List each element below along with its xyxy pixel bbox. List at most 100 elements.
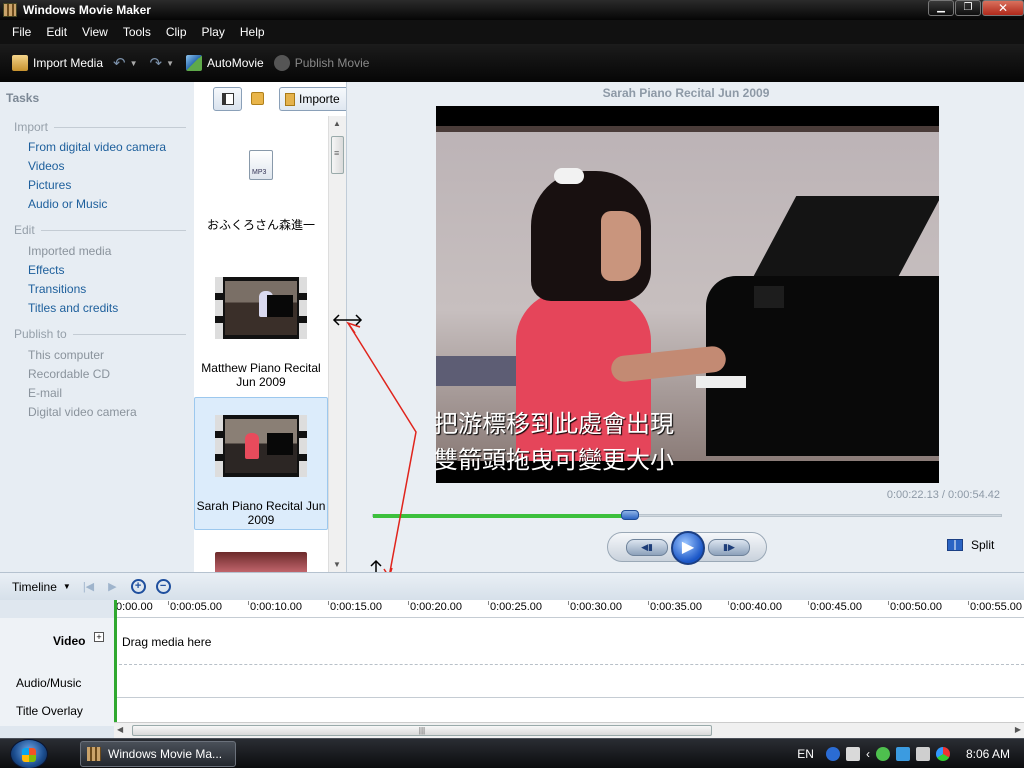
tasks-section-import: Import [14, 120, 186, 134]
split-label: Split [971, 538, 995, 552]
app-tray-icon[interactable] [935, 747, 950, 761]
system-tray: EN ‹ 8:06 AM [797, 739, 1024, 768]
language-indicator[interactable]: EN [797, 747, 814, 761]
movie-maker-app-icon [3, 3, 17, 17]
menu-file[interactable]: File [12, 25, 31, 39]
title-overlay-track[interactable] [114, 698, 1024, 722]
time-total: 0:00:54.42 [948, 489, 1000, 501]
task-import-audio-music[interactable]: Audio or Music [28, 197, 107, 211]
menu-view[interactable]: View [82, 25, 108, 39]
drag-media-hint: Drag media here [122, 635, 212, 649]
seek-bar[interactable] [372, 510, 1002, 520]
annotation-caption-line2: 雙箭頭拖曳可變更大小 [434, 446, 674, 474]
display-icon[interactable] [915, 747, 930, 761]
start-button[interactable] [10, 739, 48, 768]
play-button[interactable]: ▶ [671, 531, 705, 565]
timeline-mode-dropdown-icon[interactable]: ▼ [63, 582, 71, 591]
scroll-down-icon[interactable]: ▼ [333, 560, 341, 569]
scrollbar-thumb[interactable]: ||| [132, 725, 712, 736]
network-icon[interactable] [895, 747, 910, 761]
media-item-sarah-video[interactable]: Sarah Piano Recital Jun 2009 [194, 397, 328, 530]
redo-dropdown-icon[interactable]: ▼ [166, 59, 174, 68]
task-imported-media: Imported media [28, 244, 112, 258]
collections-icon[interactable] [251, 92, 264, 105]
scrollbar-thumb[interactable] [331, 136, 344, 174]
tray-settings-icon[interactable] [845, 747, 860, 761]
menu-clip[interactable]: Clip [166, 25, 187, 39]
timeline-playhead[interactable] [114, 600, 117, 726]
menu-tools[interactable]: Tools [123, 25, 151, 39]
timeline-mode-label[interactable]: Timeline [12, 580, 57, 594]
media-item-mp3[interactable]: MP3 おふくろさん森進一 [194, 150, 328, 233]
video-thumbnail [215, 277, 307, 339]
minimize-button[interactable]: ▁ [928, 0, 954, 16]
undo-dropdown-icon[interactable]: ▼ [130, 59, 138, 68]
publish-movie-button[interactable]: Publish Movie [273, 55, 370, 71]
task-effects[interactable]: Effects [28, 263, 64, 277]
media-item-caption-line2: Jun 2009 [236, 375, 286, 389]
security-shield-icon[interactable] [875, 747, 890, 761]
rewind-timeline-icon[interactable]: |◀ [83, 580, 94, 593]
close-button[interactable]: ✕ [982, 0, 1024, 16]
timeline-pane: Timeline ▼ |◀ ▶ + − 0:00.00 0:00:05.00 0… [0, 572, 1024, 738]
redo-icon[interactable]: ↷ [150, 54, 163, 72]
previous-frame-button[interactable]: ◀▮ [626, 539, 668, 556]
tasks-pane: Tasks Import From digital video camera V… [0, 82, 194, 572]
split-icon [947, 539, 963, 551]
ruler-tick: 0:00:25.00 [488, 601, 542, 613]
media-item-flower[interactable] [194, 552, 328, 574]
scroll-left-icon[interactable]: ◀ [117, 725, 123, 734]
help-icon[interactable] [825, 747, 840, 761]
ruler-tick: 0:00:20.00 [408, 601, 462, 613]
timeline-scrollbar[interactable]: ◀ ||| ▶ [114, 722, 1024, 738]
zoom-out-icon[interactable]: − [155, 579, 171, 594]
import-media-label: Import Media [33, 56, 104, 70]
folder-icon [285, 92, 295, 106]
zoom-in-icon[interactable]: + [130, 579, 146, 594]
ruler-tick: 0:00:05.00 [168, 601, 222, 613]
menu-play[interactable]: Play [202, 25, 225, 39]
show-hidden-icons-icon[interactable]: ‹ [866, 747, 870, 761]
time-readout: 0:00:22.13 / 0:00:54.42 [886, 489, 1000, 501]
collection-dropdown-label: Importe [299, 92, 340, 106]
ruler-tick: 0:00:55.00 [968, 601, 1022, 613]
menu-help[interactable]: Help [240, 25, 265, 39]
ruler-tick: 0:00:40.00 [728, 601, 782, 613]
main-toolbar: Import Media ↶ ▼ ↷ ▼ AutoMovie Publish M… [0, 44, 1024, 82]
menu-edit[interactable]: Edit [46, 25, 67, 39]
publish-movie-label: Publish Movie [294, 56, 370, 70]
clock[interactable]: 8:06 AM [966, 747, 1010, 761]
task-transitions[interactable]: Transitions [28, 282, 86, 296]
media-item-matthew-video[interactable]: Matthew Piano Recital Jun 2009 [194, 277, 328, 389]
video-track[interactable]: Drag media here [114, 618, 1024, 665]
mp3-file-icon: MP3 [249, 150, 273, 180]
play-timeline-icon[interactable]: ▶ [108, 580, 116, 593]
taskbar-window-button[interactable]: Windows Movie Ma... [80, 741, 236, 767]
collection-dropdown[interactable]: Importe [279, 87, 346, 111]
collection-scrollbar[interactable]: ▲ ▼ [328, 116, 346, 572]
audio-music-track[interactable] [114, 666, 1024, 698]
automovie-button[interactable]: AutoMovie [186, 55, 264, 71]
seek-thumb[interactable] [621, 510, 640, 520]
expand-video-track-icon[interactable]: + [94, 632, 104, 642]
tasks-pane-toggle-button[interactable] [213, 87, 242, 111]
task-import-pictures[interactable]: Pictures [28, 178, 71, 192]
import-media-button[interactable]: Import Media [12, 55, 103, 71]
maximize-button[interactable]: ❐ [955, 0, 981, 16]
timeline-tracks: Drag media here [114, 618, 1024, 726]
ruler-tick: 0:00:35.00 [648, 601, 702, 613]
scroll-up-icon[interactable]: ▲ [333, 119, 341, 128]
next-frame-button[interactable]: ▮▶ [708, 539, 750, 556]
preview-monitor: Sarah Piano Recital Jun 2009 0:00:22.13 … [346, 82, 1024, 572]
task-from-digital-video-camera[interactable]: From digital video camera [28, 140, 166, 154]
track-label-audio-music: Audio/Music [16, 676, 82, 690]
windows-logo-icon [22, 748, 36, 762]
task-import-videos[interactable]: Videos [28, 159, 64, 173]
window-controls: ▁ ❐ ✕ [927, 0, 1024, 16]
task-publish-digital-video-camera: Digital video camera [28, 405, 137, 419]
split-button[interactable]: Split [947, 538, 994, 552]
task-titles-and-credits[interactable]: Titles and credits [28, 301, 118, 315]
timeline-ruler[interactable]: 0:00.00 0:00:05.00 0:00:10.00 0:00:15.00… [114, 600, 1024, 618]
undo-icon[interactable]: ↶ [113, 54, 126, 72]
scroll-right-icon[interactable]: ▶ [1015, 725, 1021, 734]
